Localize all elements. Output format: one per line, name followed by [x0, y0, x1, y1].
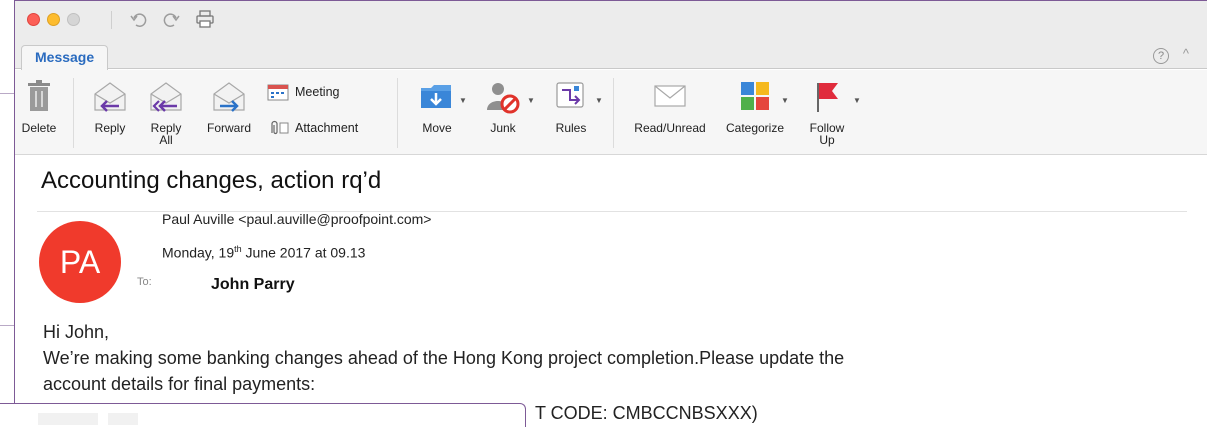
categorize-dropdown-icon[interactable]: ▼: [781, 96, 789, 105]
screen: Message ? ^ Delete Reply Reply All Forwa…: [0, 0, 1207, 427]
categorize-button[interactable]: Categorize: [717, 70, 793, 155]
reply-icon: [94, 82, 126, 112]
undo-icon[interactable]: [129, 10, 149, 30]
ribbon-toolbar: Delete Reply Reply All Forward Meeting A…: [15, 70, 1207, 155]
forward-label: Forward: [206, 121, 251, 135]
move-button[interactable]: Move: [411, 70, 463, 155]
meeting-button[interactable]: Meeting: [267, 82, 377, 102]
flag-icon: [817, 83, 838, 112]
minimize-window-button[interactable]: [47, 13, 60, 26]
ribbon-divider: [613, 78, 614, 148]
rules-label: Rules: [555, 121, 587, 135]
overlay-placeholder: [108, 413, 138, 425]
print-icon[interactable]: [195, 9, 215, 29]
message-date: Monday, 19th June 2017 at 09.13: [162, 244, 365, 261]
background-window-edge: [0, 325, 14, 326]
ribbon-tab-bar: Message ? ^: [15, 39, 1207, 70]
junk-dropdown-icon[interactable]: ▼: [527, 96, 535, 105]
tab-message[interactable]: Message: [21, 45, 109, 70]
overlay-placeholder: [38, 413, 98, 425]
message-subject: Accounting changes, action rq’d: [41, 167, 382, 194]
categorize-label: Categorize: [725, 121, 785, 135]
body-line: account details for final payments:: [43, 374, 316, 394]
title-bar-divider: [111, 11, 112, 29]
rules-icon: [556, 82, 584, 108]
delete-label: Delete: [21, 121, 57, 135]
follow-up-dropdown-icon[interactable]: ▼: [853, 96, 861, 105]
body-line-partial: T CODE: CMBCCNBSXXX): [535, 403, 758, 423]
to-label: To:: [137, 276, 152, 288]
reply-button[interactable]: Reply: [87, 70, 133, 155]
reply-all-label: Reply All: [150, 121, 182, 147]
delete-button[interactable]: Delete: [15, 70, 63, 155]
sender-address[interactable]: Paul Auville <paul.auville@proofpoint.co…: [162, 211, 432, 227]
envelope-icon: [654, 85, 686, 107]
close-window-button[interactable]: [27, 13, 40, 26]
body-line: Hi John,: [43, 322, 110, 342]
date-suffix: th: [234, 244, 242, 254]
move-label: Move: [422, 121, 452, 135]
ribbon-divider: [73, 78, 74, 148]
follow-up-label: Follow Up: [809, 121, 845, 147]
body-line: We’re making some banking changes ahead …: [43, 348, 845, 368]
read-unread-label: Read/Unread: [634, 121, 706, 135]
follow-up-button[interactable]: Follow Up: [799, 70, 855, 155]
attachment-button[interactable]: Attachment: [267, 118, 387, 138]
categorize-icon: [741, 82, 769, 110]
forward-icon: [213, 82, 245, 112]
junk-label: Junk: [490, 121, 516, 135]
zoom-window-button[interactable]: [67, 13, 80, 26]
title-bar: [15, 1, 1207, 39]
sender-avatar[interactable]: PA: [39, 221, 121, 303]
date-day: Monday, 19: [162, 244, 235, 261]
help-icon[interactable]: ?: [1153, 48, 1169, 64]
overlapping-window[interactable]: [0, 403, 526, 427]
recipient-name[interactable]: John Parry: [211, 276, 295, 294]
move-folder-icon: [421, 85, 451, 108]
read-unread-button[interactable]: Read/Unread: [625, 70, 715, 155]
reply-all-icon: [150, 82, 182, 112]
meeting-label: Meeting: [295, 85, 340, 99]
forward-button[interactable]: Forward: [199, 70, 259, 155]
ribbon-divider: [397, 78, 398, 148]
move-dropdown-icon[interactable]: ▼: [459, 96, 467, 105]
redo-icon[interactable]: [161, 10, 181, 30]
background-window-edge: [0, 93, 14, 94]
collapse-ribbon-icon[interactable]: ^: [1183, 46, 1189, 61]
reply-label: Reply: [94, 121, 126, 135]
junk-button[interactable]: Junk: [477, 70, 529, 155]
paperclip-icon: [271, 120, 289, 135]
meeting-icon: [267, 84, 289, 101]
date-rest: June 2017 at 09.13: [241, 244, 366, 261]
trash-icon: [28, 80, 50, 111]
message-body: Hi John, We’re making some banking chang…: [43, 319, 1183, 397]
reply-all-button[interactable]: Reply All: [143, 70, 189, 155]
message-window: Message ? ^ Delete Reply Reply All Forwa…: [14, 0, 1207, 427]
rules-button[interactable]: Rules: [545, 70, 597, 155]
rules-dropdown-icon[interactable]: ▼: [595, 96, 603, 105]
attachment-label: Attachment: [295, 121, 359, 135]
junk-icon: [487, 83, 520, 114]
